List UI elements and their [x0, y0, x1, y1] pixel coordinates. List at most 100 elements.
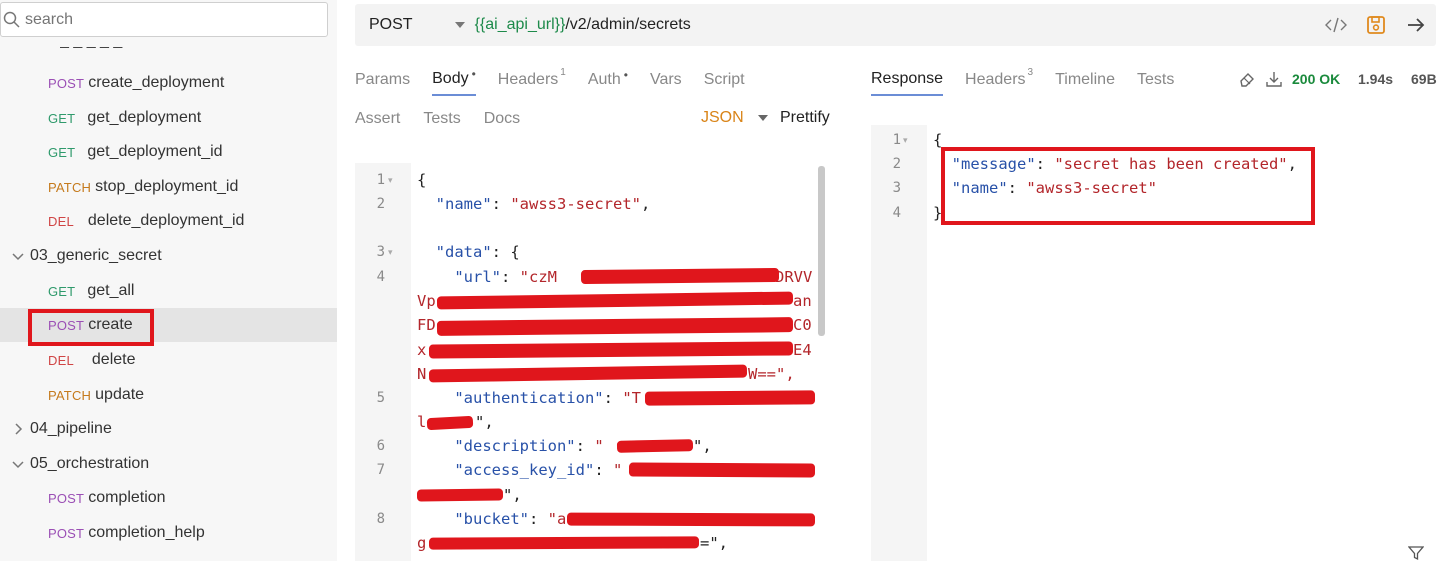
save-icon[interactable] [1356, 4, 1396, 46]
line-number: 3 [376, 244, 385, 260]
response-viewer[interactable]: 1 ▾ 2 3 4 { "message": "secret has been c… [871, 125, 1440, 561]
code-fragment: Vp [417, 292, 436, 310]
tree-item-get-all[interactable]: GET get_all [0, 274, 337, 308]
body-mode-select[interactable]: JSON [701, 109, 768, 127]
tab-assert[interactable]: Assert [355, 110, 400, 134]
code-fragment: E4 [793, 341, 812, 359]
code-fragment: C0 [793, 316, 812, 334]
method-badge: DEL [48, 352, 74, 368]
tree-item-completion-help[interactable]: POST completion_help [0, 516, 337, 550]
request-tabs-row2: Assert Tests Docs [355, 110, 544, 134]
tab-response-headers[interactable]: Headers 3 [965, 67, 1033, 95]
tab-script[interactable]: Script [704, 71, 745, 95]
json-key: "data" [435, 243, 492, 261]
search-input[interactable] [25, 10, 305, 29]
tab-auth[interactable]: Auth • [587, 68, 628, 95]
download-icon[interactable] [1265, 70, 1283, 88]
tab-response[interactable]: Response [871, 70, 944, 96]
fold-caret-icon[interactable]: ▾ [388, 175, 393, 186]
tree-item-create-deployment[interactable]: POST create_deployment [0, 66, 337, 100]
tab-auth-label: Auth [587, 71, 621, 88]
folder-04-pipeline[interactable]: 04_pipeline [0, 412, 337, 446]
request-name: create_deployment [88, 74, 225, 91]
code-line: "description": " [454, 437, 604, 455]
tab-headers-count: 1 [560, 67, 566, 78]
tree-item-update[interactable]: PATCH update [0, 378, 337, 412]
code-line: { [417, 171, 427, 189]
method-badge: GET [48, 144, 76, 160]
tree-item-completion[interactable]: POST completion [0, 481, 337, 515]
filter-icon[interactable] [1407, 545, 1425, 561]
response-tabs: Response Headers 3 Timeline Tests [871, 67, 1198, 96]
tab-headers[interactable]: Headers 1 [497, 67, 566, 95]
code-line: "access_key_id": " [454, 461, 623, 479]
fold-caret-icon[interactable]: ▾ [903, 135, 908, 146]
prettify-button[interactable]: Prettify [780, 109, 830, 127]
line-number: 4 [376, 269, 385, 285]
folder-name: 04_pipeline [30, 420, 112, 437]
request-name: get_deployment_id [87, 143, 223, 160]
tree-item-partial[interactable]: _ _ _ _ _ [60, 40, 180, 54]
redaction-mark [644, 390, 816, 406]
send-arrow-icon[interactable] [1396, 4, 1436, 46]
tab-body-label: Body [432, 70, 469, 87]
tab-body-dot: • [471, 67, 476, 81]
method-badge: GET [48, 283, 76, 299]
request-body-editor[interactable]: 1 ▾ 2 3 ▾ 4 5 6 7 8 { "name": "awss3-secre… [355, 163, 829, 561]
chevron-down-icon [10, 248, 26, 264]
response-time: 1.94s [1358, 71, 1394, 87]
request-name: completion_help [88, 524, 205, 541]
chevron-down-icon [10, 456, 26, 472]
fold-caret-icon[interactable]: ▾ [388, 247, 393, 258]
code-fragment: DRVV [775, 268, 813, 286]
chevron-right-icon [10, 421, 26, 437]
tree-item-delete-deployment-id[interactable]: DEL delete_deployment_id [0, 204, 337, 238]
method-select[interactable]: POST [369, 16, 413, 34]
request-name: completion [88, 489, 166, 506]
tab-timeline[interactable]: Timeline [1055, 71, 1115, 95]
request-name: get_deployment [87, 109, 202, 126]
json-key: "access_key_id" [454, 461, 595, 479]
vertical-scrollbar[interactable] [818, 166, 825, 336]
eraser-icon[interactable] [1238, 70, 1256, 88]
folder-05-orchestration[interactable]: 05_orchestration [0, 447, 337, 481]
request-name: delete_deployment_id [87, 212, 245, 229]
url-input[interactable]: {{ai_api_url}}/v2/admin/secrets [475, 16, 691, 34]
tab-response-headers-label: Headers [965, 71, 1026, 88]
url-path: /v2/admin/secrets [565, 16, 691, 33]
method-badge: POST [48, 75, 85, 91]
json-key: "name" [435, 195, 492, 213]
tab-vars[interactable]: Vars [650, 71, 682, 95]
request-name: get_all [87, 282, 135, 299]
request-name: stop_deployment_id [95, 178, 239, 195]
code-generate-icon[interactable] [1316, 4, 1356, 46]
json-value: "awss3-secret" [510, 195, 641, 213]
line-number: 2 [376, 196, 385, 212]
request-name: update [95, 386, 145, 403]
tab-docs[interactable]: Docs [484, 110, 520, 134]
tree-item-delete[interactable]: DEL delete [0, 343, 337, 377]
code-fragment: an [793, 292, 812, 310]
code-line: "name": "awss3-secret", [435, 195, 651, 213]
json-key: "bucket" [454, 510, 529, 528]
tab-params[interactable]: Params [355, 71, 410, 95]
search-box[interactable] [0, 2, 328, 37]
code-line: "bucket": "a [454, 510, 567, 528]
code-fragment: ", [693, 437, 712, 455]
json-value: "T [622, 389, 641, 407]
method-badge: DEL [48, 213, 74, 229]
line-number: 1 [376, 172, 385, 188]
code-line: "authentication": "T [454, 389, 641, 407]
tab-response-tests[interactable]: Tests [1137, 71, 1174, 95]
method-badge: PATCH [48, 179, 92, 195]
tab-headers-label: Headers [497, 71, 559, 88]
redaction-mark [616, 439, 694, 453]
tab-body[interactable]: Body • [432, 67, 476, 96]
folder-03-generic-secret[interactable]: 03_generic_secret [0, 239, 337, 273]
tree-item-stop-deployment-id[interactable]: PATCH stop_deployment_id [0, 170, 337, 204]
tab-tests[interactable]: Tests [423, 110, 460, 134]
tree-item-get-deployment-id[interactable]: GET get_deployment_id [0, 135, 337, 169]
tree-item-get-deployment[interactable]: GET get_deployment [0, 101, 337, 135]
caret-down-icon[interactable] [454, 22, 465, 28]
code-fragment: ", [503, 486, 522, 504]
